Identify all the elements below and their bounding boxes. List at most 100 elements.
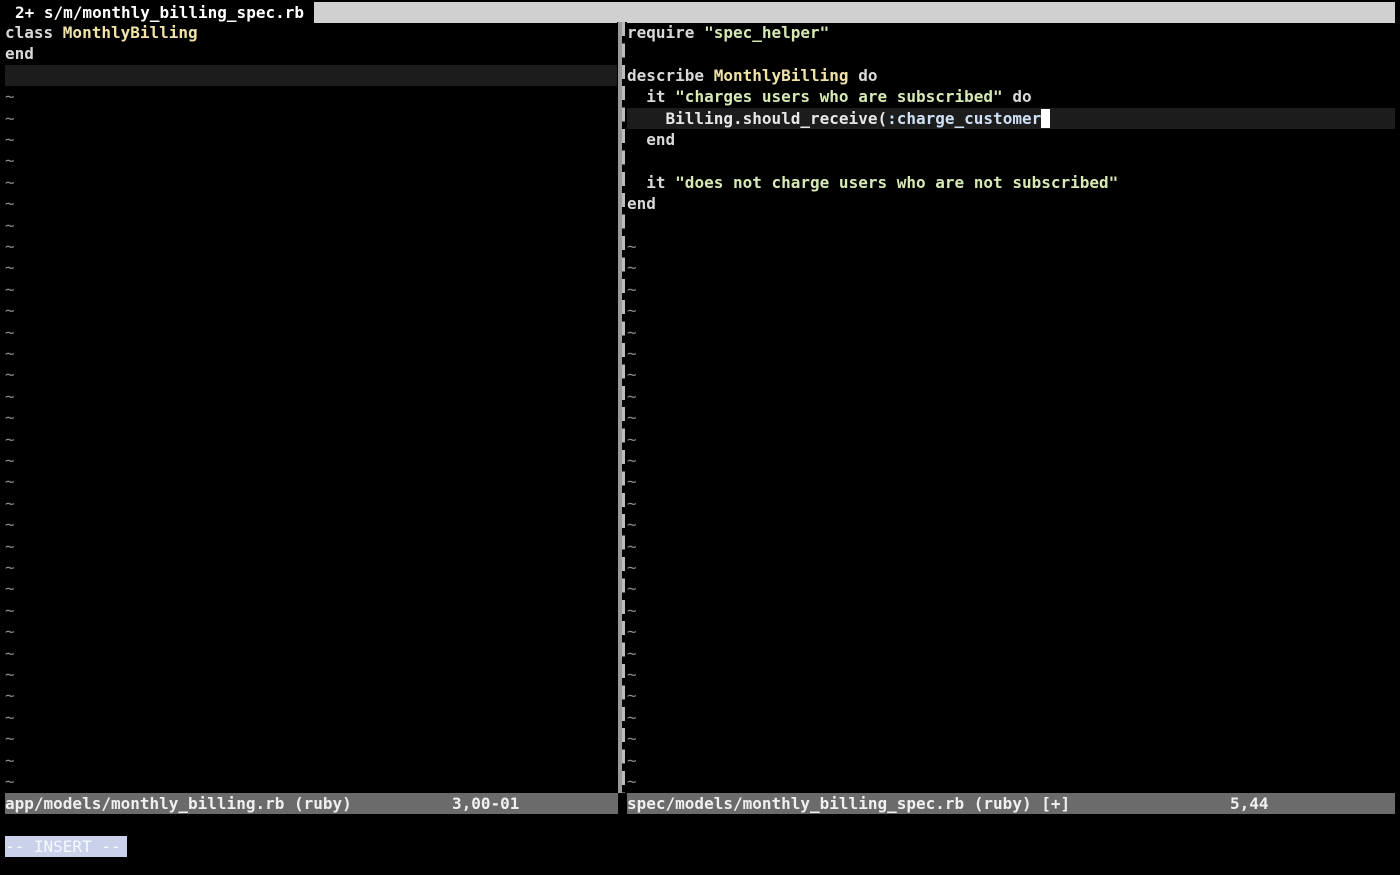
code-token: it <box>627 87 676 107</box>
empty-line-tilde: ~ <box>5 172 15 192</box>
code-token: "spec_helper" <box>704 23 830 42</box>
empty-line-tilde: ~ <box>5 322 15 342</box>
tab-active[interactable]: 2+ s/m/monthly_billing_spec.rb <box>5 2 314 23</box>
empty-line-tilde: ~ <box>627 279 637 299</box>
empty-line-tilde: ~ <box>627 600 637 620</box>
empty-line-tilde: ~ <box>5 429 15 449</box>
empty-line-tilde: ~ <box>5 237 15 256</box>
code-line[interactable]: require "spec_helper" <box>627 22 1395 43</box>
code-line[interactable]: end <box>627 129 1395 150</box>
code-token: "does not charge users who are not subsc… <box>675 172 1119 192</box>
empty-line-tilde: ~ <box>627 451 637 470</box>
empty-line-tilde: ~ <box>627 258 637 278</box>
empty-line-tilde: ~ <box>627 408 637 428</box>
code-line[interactable]: class MonthlyBilling <box>5 22 617 43</box>
status-right-filename: spec/models/monthly_billing_spec.rb (rub… <box>627 794 1071 813</box>
empty-line-tilde: ~ <box>5 365 15 385</box>
empty-line-tilde: ~ <box>5 686 15 706</box>
code-line[interactable] <box>627 150 1395 171</box>
empty-line-tilde: ~ <box>627 772 637 791</box>
status-left-position: 3,00-01 <box>452 794 520 813</box>
empty-line-tilde: ~ <box>627 729 637 749</box>
empty-line-tilde: ~ <box>627 622 637 642</box>
empty-line-tilde: ~ <box>5 600 15 620</box>
code-line[interactable]: it "does not charge users who are not su… <box>627 172 1395 193</box>
empty-line-tilde: ~ <box>5 151 15 171</box>
empty-line-tilde: ~ <box>5 451 15 470</box>
empty-line-tilde: ~ <box>5 408 15 428</box>
empty-line-tilde: ~ <box>5 536 15 556</box>
status-left-filename: app/models/monthly_billing.rb (ruby) <box>5 794 352 813</box>
empty-line-tilde: ~ <box>627 686 637 706</box>
text-cursor <box>1041 108 1051 128</box>
empty-line-tilde: ~ <box>627 429 637 449</box>
empty-line-tilde: ~ <box>5 750 15 770</box>
empty-line-tilde: ~ <box>5 729 15 749</box>
code-token: do <box>1002 87 1032 107</box>
code-token: end <box>627 130 676 149</box>
empty-line-tilde: ~ <box>627 536 637 556</box>
code-token: describe <box>627 65 714 85</box>
code-line[interactable]: Billing.should_receive(:charge_customer <box>627 107 1395 129</box>
empty-line-tilde: ~ <box>627 344 637 363</box>
empty-line-tilde: ~ <box>5 472 15 492</box>
empty-line-tilde: ~ <box>5 515 15 535</box>
empty-line-tilde: ~ <box>5 194 15 214</box>
empty-line-tilde: ~ <box>627 558 637 577</box>
empty-line-tilde: ~ <box>627 750 637 770</box>
empty-line-tilde: ~ <box>5 665 15 684</box>
code-line[interactable] <box>627 43 1395 64</box>
code-token: require <box>627 23 705 42</box>
empty-line-tilde: ~ <box>5 301 15 321</box>
vertical-split-separator <box>622 22 625 793</box>
code-line[interactable]: end <box>5 43 617 64</box>
empty-line-tilde: ~ <box>627 579 637 599</box>
empty-line-tilde: ~ <box>627 472 637 492</box>
empty-line-tilde: ~ <box>5 558 15 577</box>
code-token: "charges users who are subscribed" <box>675 87 1003 107</box>
code-token: do <box>848 65 878 85</box>
status-line-right[interactable]: spec/models/monthly_billing_spec.rb (rub… <box>627 793 1395 814</box>
empty-line-tilde: ~ <box>5 386 15 406</box>
empty-line-tilde: ~ <box>5 579 15 599</box>
status-right-position: 5,44 <box>1230 794 1269 813</box>
right-editor-pane[interactable]: require "spec_helper" describe MonthlyBil… <box>627 22 1395 793</box>
code-line[interactable]: it "charges users who are subscribed" do <box>627 86 1395 107</box>
code-token: class <box>5 23 63 42</box>
code-token: MonthlyBilling <box>713 65 849 85</box>
empty-line-tilde: ~ <box>627 665 637 684</box>
empty-line-tilde: ~ <box>627 322 637 342</box>
empty-line-tilde: ~ <box>5 707 15 727</box>
status-line-left[interactable]: app/models/monthly_billing.rb (ruby) 3,0… <box>5 793 618 814</box>
code-token: Billing.should_receive( <box>627 108 888 128</box>
empty-line-tilde: ~ <box>5 108 15 128</box>
empty-line-tilde: ~ <box>627 365 637 385</box>
code-token: end <box>5 44 34 64</box>
empty-line-tilde: ~ <box>5 279 15 299</box>
code-line[interactable]: end <box>627 193 1395 214</box>
empty-line-tilde: ~ <box>5 215 15 235</box>
code-line[interactable] <box>5 64 617 87</box>
empty-line-tilde: ~ <box>5 493 15 513</box>
empty-line-tilde: ~ <box>627 493 637 513</box>
empty-line-tilde: ~ <box>5 87 15 107</box>
empty-line-tilde: ~ <box>5 622 15 642</box>
empty-line-tilde: ~ <box>627 643 637 663</box>
code-token: :charge_customer <box>887 108 1042 128</box>
left-editor-pane[interactable]: class MonthlyBilling end ~ ~ ~ ~ ~ ~ ~ ~ ~ ~ ~ ~ ~ ~ ~ ~ ~… <box>5 22 617 793</box>
code-token: MonthlyBilling <box>62 23 198 42</box>
code-line[interactable]: describe MonthlyBilling do <box>627 65 1395 86</box>
empty-line-tilde: ~ <box>627 301 637 321</box>
code-token: it <box>627 172 676 192</box>
empty-line-tilde: ~ <box>627 237 637 256</box>
empty-line-tilde: ~ <box>5 643 15 663</box>
code-token: end <box>627 194 656 214</box>
empty-line-tilde: ~ <box>627 707 637 727</box>
empty-line-tilde: ~ <box>627 386 637 406</box>
empty-line-tilde: ~ <box>5 772 15 791</box>
empty-line-tilde: ~ <box>5 258 15 278</box>
empty-line-tilde: ~ <box>5 344 15 363</box>
mode-indicator: -- INSERT -- <box>5 836 127 857</box>
code-line[interactable] <box>627 215 1395 236</box>
empty-line-tilde: ~ <box>627 515 637 535</box>
